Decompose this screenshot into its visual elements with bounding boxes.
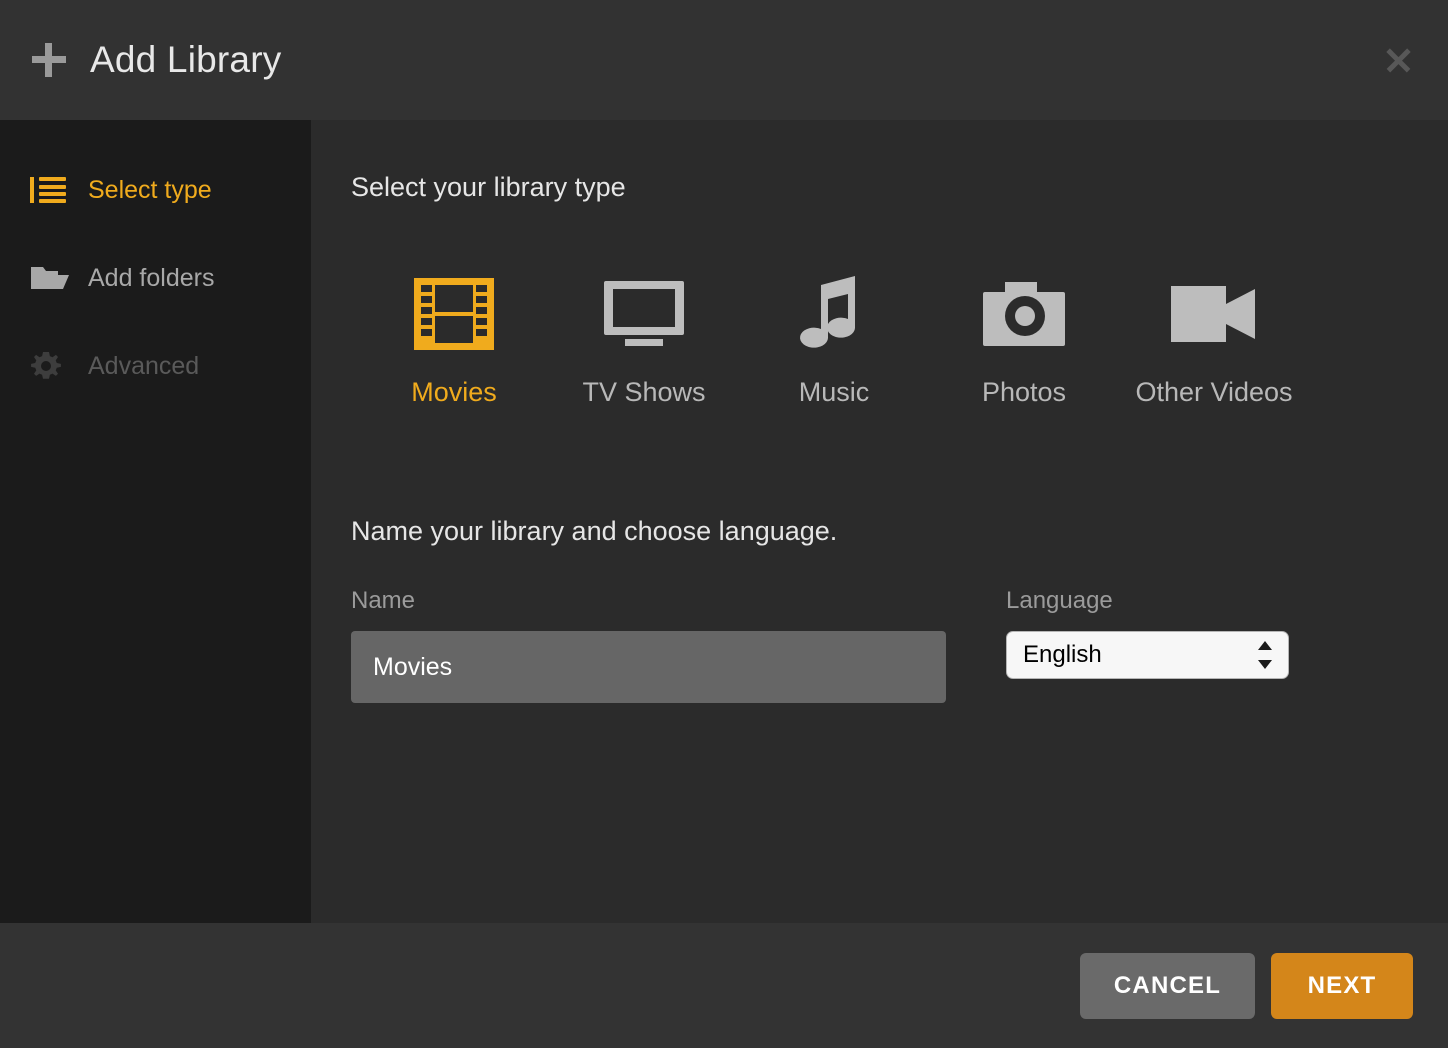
language-select[interactable]: English <box>1006 631 1289 679</box>
library-type-label: TV Shows <box>582 377 706 407</box>
folder-icon <box>30 261 70 295</box>
language-field-label: Language <box>1006 587 1113 614</box>
sidebar-item-select-type[interactable]: Select type <box>0 146 311 234</box>
library-type-label: Movies <box>411 377 497 407</box>
next-button[interactable]: NEXT <box>1271 952 1413 1019</box>
form-heading: Name your library and choose language. <box>351 516 838 546</box>
page-title: Add Library <box>90 39 282 80</box>
library-type-tv-shows[interactable]: TV Shows <box>549 271 739 408</box>
library-form: Name Language English <box>351 587 1448 703</box>
music-note-icon <box>795 271 873 357</box>
gear-icon <box>30 349 70 383</box>
dialog-header: Add Library <box>0 0 1448 120</box>
plus-icon <box>32 43 66 77</box>
television-icon <box>604 271 684 357</box>
dialog-footer: CANCEL NEXT <box>0 923 1448 1048</box>
sidebar-item-label: Advanced <box>88 351 200 380</box>
film-strip-icon <box>414 271 494 357</box>
close-icon[interactable] <box>1382 44 1414 76</box>
library-type-movies[interactable]: Movies <box>359 271 549 408</box>
add-library-dialog: Add Library Select type Add folders Adva… <box>0 0 1448 1048</box>
wizard-sidebar: Select type Add folders Advanced <box>0 120 311 923</box>
list-icon <box>30 173 70 207</box>
library-type-label: Other Videos <box>1135 377 1293 407</box>
library-type-other-videos[interactable]: Other Videos <box>1119 271 1309 408</box>
sidebar-item-advanced[interactable]: Advanced <box>0 322 311 410</box>
dialog-body: Select type Add folders Advanced Select … <box>0 120 1448 923</box>
language-select-wrap: English <box>1006 631 1289 679</box>
library-type-label: Photos <box>981 377 1067 407</box>
sidebar-item-label: Add folders <box>88 263 215 292</box>
name-input[interactable] <box>351 631 946 703</box>
language-select-value: English <box>1023 641 1102 668</box>
video-camera-icon <box>1171 271 1257 357</box>
library-type-photos[interactable]: Photos <box>929 271 1119 408</box>
library-type-music[interactable]: Music <box>739 271 929 408</box>
chevron-updown-icon[interactable] <box>1258 640 1272 670</box>
library-type-heading: Select your library type <box>351 172 626 202</box>
name-field-label: Name <box>351 587 416 614</box>
library-type-label: Music <box>798 377 870 407</box>
main-content: Select your library type Movies TV Shows… <box>311 120 1448 923</box>
name-field-group: Name <box>351 587 946 703</box>
language-field-group: Language English <box>1006 587 1289 679</box>
library-type-grid: Movies TV Shows Music Photos Other Video… <box>351 271 1448 408</box>
cancel-button[interactable]: CANCEL <box>1080 952 1255 1019</box>
sidebar-item-add-folders[interactable]: Add folders <box>0 234 311 322</box>
camera-icon <box>983 271 1065 357</box>
sidebar-item-label: Select type <box>88 175 212 204</box>
